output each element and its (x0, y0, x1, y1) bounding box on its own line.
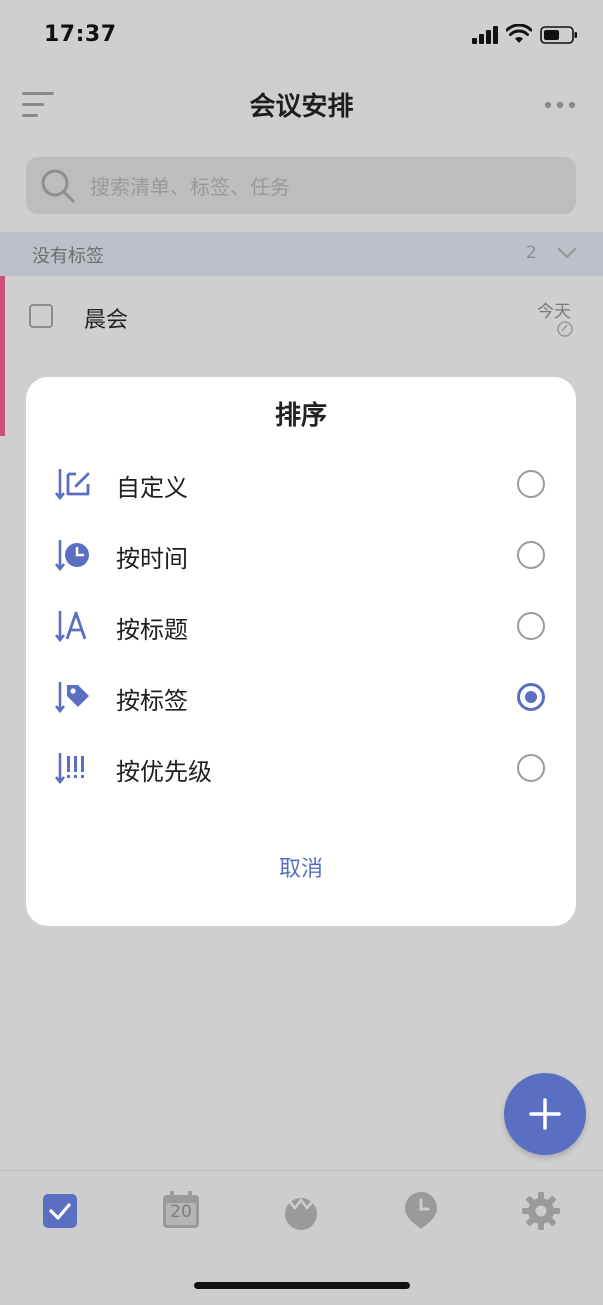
sort-radio-title[interactable] (517, 612, 545, 640)
priority-sort-icon (54, 753, 84, 785)
battery-icon (540, 26, 577, 44)
sort-option-time[interactable] (26, 521, 576, 589)
sort-radio-tag[interactable] (517, 683, 545, 711)
custom-sort-icon (54, 469, 90, 501)
tag-group-label: 没有标签 (32, 246, 104, 267)
plus-icon (529, 1098, 561, 1130)
sort-option-title[interactable] (26, 592, 576, 660)
title-sort-icon (54, 611, 87, 643)
sort-dialog-title: 排序 (274, 401, 327, 431)
tasks-checkbox-icon[interactable] (40, 1191, 80, 1231)
tag-group-count: 2 (526, 243, 537, 263)
sort-option-custom[interactable] (26, 450, 576, 518)
task-title: 晨会 (84, 308, 129, 333)
tag-color-bar (0, 276, 5, 436)
task-due-date: 今天 (537, 302, 571, 322)
status-time: 17:37 (44, 22, 117, 47)
settings-gear-icon[interactable] (521, 1191, 561, 1231)
wifi-icon (506, 24, 532, 43)
sort-option-label: 按优先级 (116, 758, 212, 786)
habit-icon[interactable] (281, 1191, 321, 1231)
cellular-signal-icon (472, 26, 498, 44)
chevron-down-icon[interactable] (557, 246, 577, 260)
calendar-day-number: 20 (170, 1202, 192, 1222)
cancel-button[interactable]: 取消 (26, 851, 576, 883)
sort-option-tag[interactable] (26, 663, 576, 731)
home-indicator (194, 1282, 410, 1289)
more-options-icon[interactable] (544, 100, 576, 110)
sort-option-label: 按时间 (116, 545, 188, 573)
sort-radio-priority[interactable] (517, 754, 545, 782)
search-icon (41, 169, 75, 203)
sort-option-priority[interactable] (26, 734, 576, 802)
sort-option-label: 按标签 (116, 687, 188, 715)
sort-option-label: 自定义 (116, 474, 188, 502)
sort-option-label: 按标题 (116, 616, 188, 644)
sort-radio-custom[interactable] (517, 470, 545, 498)
sort-radio-time[interactable] (517, 541, 545, 569)
tag-sort-icon (54, 682, 89, 714)
task-checkbox[interactable] (29, 304, 53, 328)
time-sort-icon (54, 540, 89, 572)
pomodoro-clock-icon[interactable] (401, 1190, 441, 1230)
repeat-icon (557, 321, 573, 337)
search-placeholder: 搜索清单、标签、任务 (90, 175, 290, 199)
page-title: 会议安排 (249, 92, 354, 122)
